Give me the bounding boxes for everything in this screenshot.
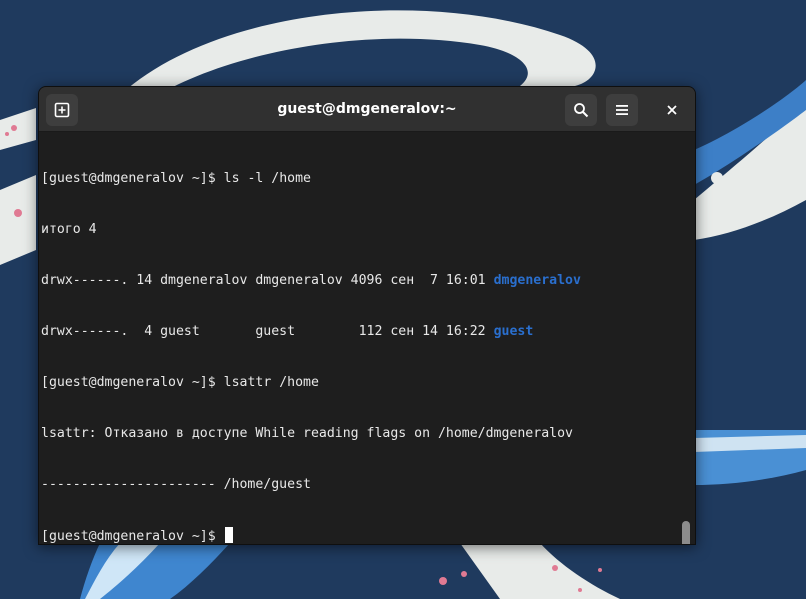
- shell-prompt: [guest@dmgeneralov ~]$: [41, 375, 224, 390]
- new-tab-icon: [54, 102, 70, 118]
- output-text: lsattr: Отказано в доступе While reading…: [41, 426, 573, 441]
- text-cursor: [224, 527, 233, 543]
- output-text: drwx------. 14 dmgeneralov dmgeneralov 4…: [41, 273, 494, 288]
- scrollbar-thumb[interactable]: [682, 521, 690, 544]
- terminal-line: drwx------. 4 guest guest 112 сен 14 16:…: [41, 323, 695, 340]
- terminal-line: ---------------------- /home/guest: [41, 476, 695, 493]
- search-icon: [574, 103, 589, 118]
- command-text: lsattr /home: [223, 375, 319, 390]
- output-text: ---------------------- /home/guest: [41, 477, 311, 492]
- close-button[interactable]: [659, 97, 685, 123]
- command-text: ls -l /home: [223, 171, 311, 186]
- terminal-line: [guest@dmgeneralov ~]$ lsattr /home: [41, 374, 695, 391]
- main-menu-button[interactable]: [606, 94, 638, 126]
- shell-prompt: [guest@dmgeneralov ~]$: [41, 171, 224, 186]
- scrollbar[interactable]: [682, 132, 692, 544]
- hamburger-menu-icon: [616, 105, 628, 115]
- directory-name: dmgeneralov: [493, 273, 581, 288]
- terminal-line: [guest@dmgeneralov ~]$ ls -l /home: [41, 170, 695, 187]
- close-icon: [667, 105, 677, 115]
- shell-prompt: [guest@dmgeneralov ~]$: [41, 529, 224, 544]
- output-text: итого 4: [41, 222, 97, 237]
- new-tab-button[interactable]: [46, 94, 78, 126]
- directory-name: guest: [493, 324, 534, 339]
- output-text: drwx------. 4 guest guest 112 сен 14 16:…: [41, 324, 494, 339]
- terminal-output[interactable]: [guest@dmgeneralov ~]$ ls -l /home итого…: [39, 132, 695, 544]
- terminal-window: guest@dmgeneralov:~ [guest@dmgeneralov ~…: [38, 86, 696, 545]
- terminal-line: [guest@dmgeneralov ~]$: [41, 527, 695, 544]
- terminal-line: drwx------. 14 dmgeneralov dmgeneralov 4…: [41, 272, 695, 289]
- terminal-line: итого 4: [41, 221, 695, 238]
- search-button[interactable]: [565, 94, 597, 126]
- window-headerbar[interactable]: guest@dmgeneralov:~: [39, 87, 695, 132]
- terminal-line: lsattr: Отказано в доступе While reading…: [41, 425, 695, 442]
